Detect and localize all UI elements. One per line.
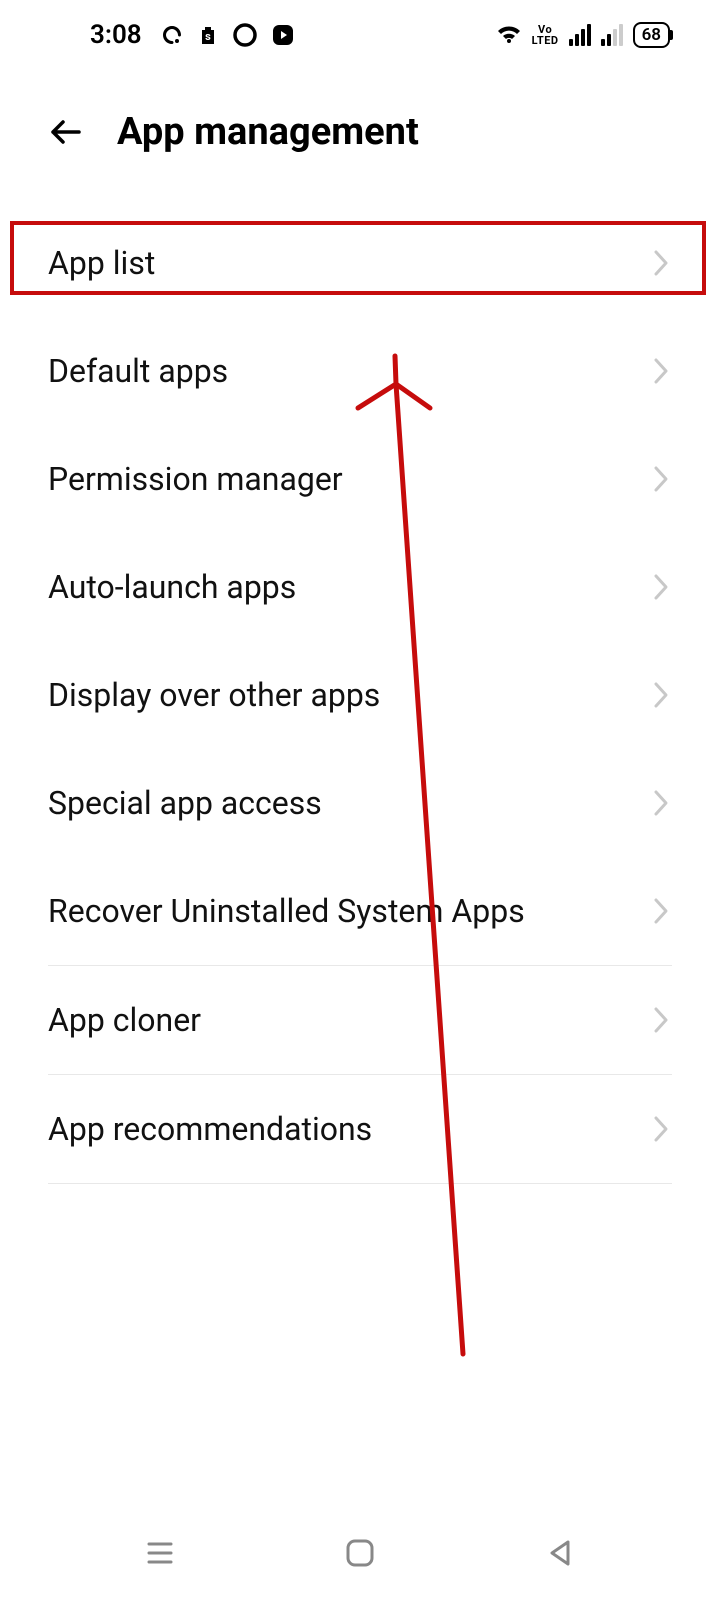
- battery-indicator: 68: [633, 22, 670, 48]
- wifi-icon: [496, 24, 522, 46]
- page-title: App management: [117, 110, 419, 154]
- nav-home-button[interactable]: [343, 1536, 377, 1570]
- chevron-right-icon: [652, 248, 670, 278]
- back-button[interactable]: [45, 111, 87, 153]
- svg-text:s: s: [205, 30, 211, 43]
- list-item-auto-launch-apps[interactable]: Auto-launch apps: [0, 533, 720, 641]
- divider: [48, 1183, 672, 1184]
- list-item-label: App cloner: [48, 1001, 201, 1039]
- app-icon-1: [160, 23, 184, 47]
- nav-back-button[interactable]: [542, 1535, 578, 1571]
- header: App management: [0, 70, 720, 189]
- signal-bars-1: [569, 24, 591, 46]
- nav-recent-button[interactable]: [142, 1535, 178, 1571]
- list-item-default-apps[interactable]: Default apps: [0, 317, 720, 425]
- list-item-app-list[interactable]: App list: [0, 209, 720, 317]
- list-item-special-app-access[interactable]: Special app access: [0, 749, 720, 857]
- volte-indicator: Vo LTED: [532, 24, 559, 46]
- list-item-label: Default apps: [48, 352, 228, 390]
- status-bar: 3:08 s Vo LTED 68: [0, 0, 720, 70]
- settings-list: App list Default apps Permission manager…: [0, 189, 720, 1184]
- nav-bar: [0, 1505, 720, 1600]
- list-item-label: Auto-launch apps: [48, 568, 296, 606]
- list-item-label: Display over other apps: [48, 676, 380, 714]
- status-time: 3:08: [90, 20, 142, 50]
- status-left: 3:08 s: [90, 20, 296, 50]
- list-item-recover-uninstalled-system-apps[interactable]: Recover Uninstalled System Apps: [0, 857, 720, 965]
- chevron-right-icon: [652, 1114, 670, 1144]
- list-item-label: App list: [48, 244, 155, 282]
- signal-bars-2: [601, 24, 623, 46]
- list-item-display-over-other-apps[interactable]: Display over other apps: [0, 641, 720, 749]
- status-right: Vo LTED 68: [496, 22, 670, 48]
- list-item-label: Recover Uninstalled System Apps: [48, 892, 525, 930]
- chevron-right-icon: [652, 464, 670, 494]
- list-item-permission-manager[interactable]: Permission manager: [0, 425, 720, 533]
- list-item-app-cloner[interactable]: App cloner: [0, 966, 720, 1074]
- chevron-right-icon: [652, 680, 670, 710]
- chevron-right-icon: [652, 1005, 670, 1035]
- chevron-right-icon: [652, 788, 670, 818]
- list-item-app-recommendations[interactable]: App recommendations: [0, 1075, 720, 1183]
- list-item-label: Permission manager: [48, 460, 343, 498]
- app-icon-3: [232, 22, 258, 48]
- chevron-right-icon: [652, 896, 670, 926]
- app-icon-4: [270, 22, 296, 48]
- list-item-label: App recommendations: [48, 1110, 372, 1148]
- chevron-right-icon: [652, 572, 670, 602]
- list-item-label: Special app access: [48, 784, 322, 822]
- chevron-right-icon: [652, 356, 670, 386]
- app-icon-2: s: [196, 23, 220, 47]
